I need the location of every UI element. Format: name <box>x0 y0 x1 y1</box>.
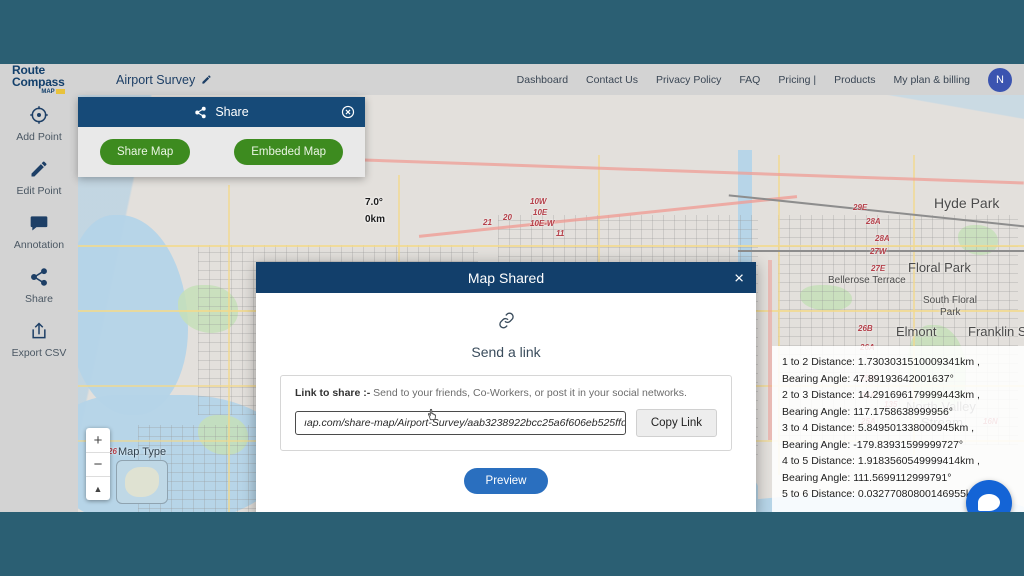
link-icon-wrapper <box>280 311 732 335</box>
map-place-label: South Floral <box>923 295 977 306</box>
logo-chip <box>55 88 65 94</box>
map-type-label: Map Type <box>118 446 167 458</box>
nav-links: Dashboard Contact Us Privacy Policy FAQ … <box>517 67 1012 92</box>
map-zoom-controls[interactable]: + − ▲ <box>86 428 110 500</box>
share-icon <box>29 267 49 287</box>
add-point-icon <box>29 105 49 125</box>
map-route-shield: 29E <box>853 203 868 212</box>
sidebar-item-edit-point[interactable]: Edit Point <box>0 159 78 197</box>
nav-item-pricing[interactable]: Pricing | <box>778 74 816 86</box>
map-route-shield: 28A <box>875 234 890 243</box>
sidebar-label-share: Share <box>24 293 54 305</box>
map-route-shield: 26B <box>858 324 873 333</box>
distance-bearing-line: Bearing Angle: 117.1758638999956° <box>782 405 953 418</box>
modal-close-icon[interactable]: × <box>734 269 744 286</box>
zoom-in-button[interactable]: + <box>86 428 110 452</box>
modal-body: Send a link Link to share :- Send to you… <box>256 293 756 512</box>
distance-bearing-line: Bearing Angle: -179.83931599999727° <box>782 438 964 451</box>
share-panel-title: Share <box>215 105 249 119</box>
user-avatar[interactable]: N <box>988 67 1012 92</box>
logo-text: Route Compass <box>12 64 65 89</box>
nav-item-privacy-policy[interactable]: Privacy Policy <box>656 74 721 86</box>
share-link-input[interactable]: ıap.com/share-map/Airport-Survey/aab3238… <box>295 411 626 435</box>
sidebar-label-export-csv: Export CSV <box>11 347 67 359</box>
share-panel: Share Share Map Embeded Map <box>78 97 365 177</box>
logo-subtext: MAP <box>12 88 94 95</box>
map-route-shield: 10E <box>533 208 548 217</box>
distance-bearing-line: 3 to 4 Distance: 5.849501338000945km , <box>782 422 975 434</box>
partial-bearing-note: 7.0° <box>365 197 383 208</box>
map-place-label: Bellerose Terrace <box>828 275 906 286</box>
map-route-shield: 10W <box>530 197 547 206</box>
pencil-icon <box>29 159 49 179</box>
copy-link-button[interactable]: Copy Link <box>635 409 717 437</box>
distance-bearing-line: 1 to 2 Distance: 1.7303031510009341km , <box>782 356 980 368</box>
share-map-button[interactable]: Share Map <box>99 139 191 165</box>
link-input-row: ıap.com/share-map/Airport-Survey/aab3238… <box>295 409 717 437</box>
edit-project-name-icon[interactable] <box>201 74 212 85</box>
sidebar-item-add-point[interactable]: Add Point <box>0 105 78 143</box>
map-place-label: Floral Park <box>908 260 971 275</box>
link-description-text: Send to your friends, Co-Workers, or pos… <box>370 387 687 399</box>
distance-bearing-line: 4 to 5 Distance: 1.9183560549999414km , <box>782 455 980 467</box>
upload-icon <box>29 321 49 341</box>
send-a-link-heading: Send a link <box>471 344 541 360</box>
map-type-thumbnail[interactable] <box>116 460 168 504</box>
share-panel-header: Share <box>78 97 365 127</box>
link-to-share-box: Link to share :- Send to your friends, C… <box>280 375 732 451</box>
comment-icon <box>29 213 49 233</box>
sidebar-label-edit-point: Edit Point <box>16 185 62 197</box>
partial-distance-note: 0km <box>365 214 386 225</box>
map-road <box>228 185 230 512</box>
map-route-shield: 10E-W <box>530 219 555 228</box>
map-place-label: Park <box>940 307 961 318</box>
application-window: Hyde ParkGarden CityParkFloral ParkBelle… <box>0 64 1024 512</box>
share-panel-close-icon[interactable] <box>341 105 355 119</box>
map-place-label: Elmont <box>896 324 937 339</box>
link-description: Link to share :- Send to your friends, C… <box>295 387 717 399</box>
nav-item-faq[interactable]: FAQ <box>739 74 760 86</box>
project-name-label: Airport Survey <box>116 72 196 87</box>
sidebar-item-export-csv[interactable]: Export CSV <box>0 321 78 359</box>
map-route-shield: 20 <box>503 213 512 222</box>
modal-header: Map Shared × <box>256 262 756 293</box>
nav-item-dashboard[interactable]: Dashboard <box>517 74 568 86</box>
letterbox-bottom <box>0 512 1024 576</box>
nav-item-contact-us[interactable]: Contact Us <box>586 74 638 86</box>
map-route-shield: 27W <box>870 247 887 256</box>
modal-title: Map Shared <box>467 269 545 286</box>
map-route-shield: 28A <box>866 217 881 226</box>
map-place-label: Hyde Park <box>934 195 1000 211</box>
map-route-shield: 27E <box>871 264 886 273</box>
nav-item-products[interactable]: Products <box>834 74 875 86</box>
sidebar-label-annotation: Annotation <box>13 239 65 251</box>
map-route-shield: 21 <box>483 218 492 227</box>
nav-item-my-plan-billing[interactable]: My plan & billing <box>894 74 970 86</box>
link-description-label: Link to share :- <box>295 387 371 399</box>
sidebar-item-share[interactable]: Share <box>0 267 78 305</box>
screenshot-root: Hyde ParkGarden CityParkFloral ParkBelle… <box>0 0 1024 576</box>
share-panel-share-icon <box>194 106 207 119</box>
share-panel-body: Share Map Embeded Map <box>78 127 365 177</box>
preview-row: Preview <box>280 468 732 494</box>
map-route-shield: 11 <box>556 229 565 238</box>
sidebar-item-annotation[interactable]: Annotation <box>0 213 78 251</box>
map-shared-modal: Map Shared × Send a link Link to share :… <box>256 262 756 512</box>
project-title[interactable]: Airport Survey <box>116 73 212 87</box>
map-type-switcher[interactable]: Map Type <box>116 446 168 504</box>
distance-bearing-line: Bearing Angle: 47.89193642001637° <box>782 372 954 385</box>
letterbox-top <box>0 0 1024 64</box>
compass-reset-button[interactable]: ▲ <box>86 476 110 500</box>
map-place-label: Franklin Square <box>968 324 1024 339</box>
preview-button[interactable]: Preview <box>463 468 549 494</box>
top-navigation-bar: Route Compass MAP Airport Survey Dashboa… <box>0 64 1024 95</box>
tool-sidebar: Add Point Edit Point Annotation Share Ex… <box>0 95 78 512</box>
link-icon <box>497 311 516 330</box>
sidebar-label-add-point: Add Point <box>16 131 62 143</box>
app-logo[interactable]: Route Compass MAP <box>12 64 94 95</box>
zoom-out-button[interactable]: − <box>86 452 110 476</box>
distance-bearing-line: 2 to 3 Distance: 14.291696179999443km , <box>782 389 980 401</box>
embedded-map-button[interactable]: Embeded Map <box>234 139 344 165</box>
